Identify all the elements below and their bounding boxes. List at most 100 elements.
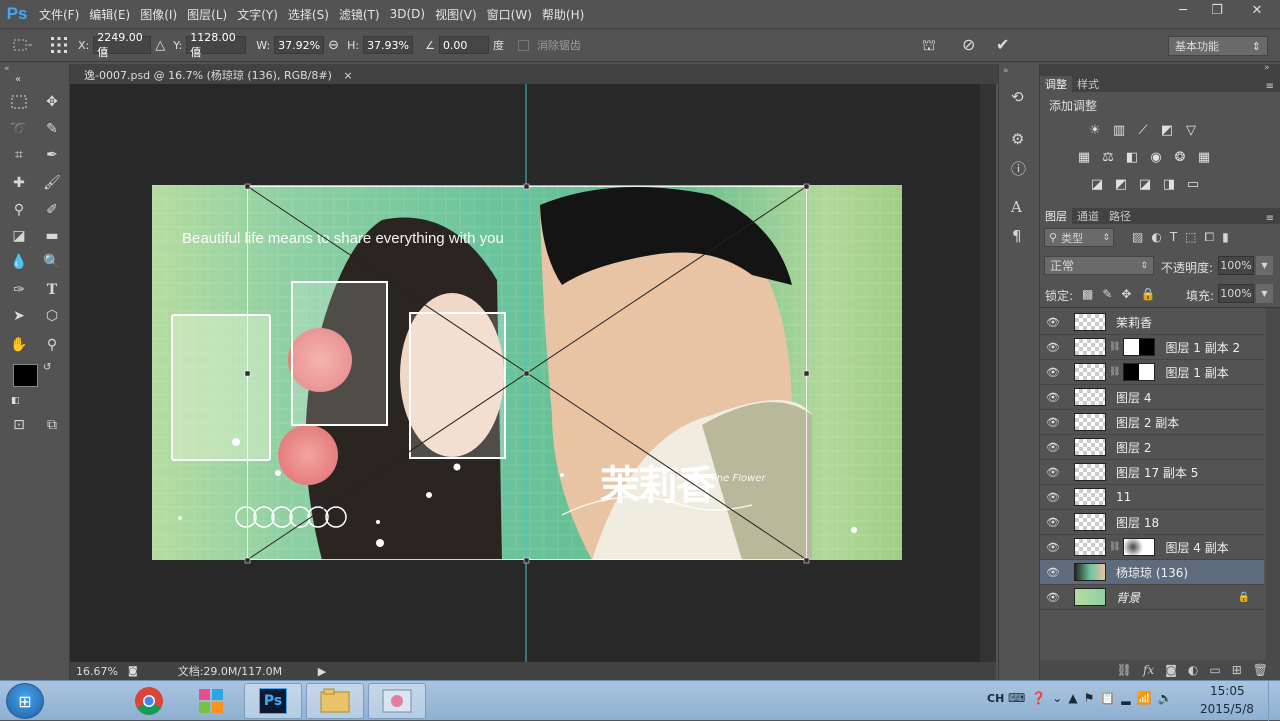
visibility-eye-icon[interactable]: 👁 bbox=[1040, 591, 1066, 604]
antialias-checkbox[interactable] bbox=[517, 39, 529, 51]
vertical-scrollbar[interactable] bbox=[980, 84, 996, 662]
visibility-eye-icon[interactable]: 👁 bbox=[1040, 566, 1066, 579]
layer-row[interactable]: 👁 ⛓ 图层 1 副本 bbox=[1040, 360, 1264, 385]
x-field[interactable]: 2249.00 僖 bbox=[93, 31, 152, 59]
visibility-eye-icon[interactable]: 👁 bbox=[1040, 516, 1066, 529]
history-brush-tool-icon[interactable]: ✐ bbox=[40, 199, 64, 221]
menu-edit[interactable]: 编辑(E) bbox=[84, 6, 135, 23]
eyedropper-tool-icon[interactable]: ✒ bbox=[40, 144, 64, 166]
visibility-eye-icon[interactable]: 👁 bbox=[1040, 541, 1066, 554]
menu-image[interactable]: 图像(I) bbox=[135, 6, 182, 23]
type-filter-icon[interactable]: T bbox=[1170, 230, 1177, 245]
path-select-tool-icon[interactable]: ➤ bbox=[7, 305, 31, 327]
document-tab[interactable]: 逸-0007.psd @ 16.7% (杨琼琼 (136), RGB/8#) × bbox=[76, 64, 361, 84]
layer-kind-filter[interactable]: ⚲ 类型 ⇕ bbox=[1044, 228, 1114, 247]
quick-mask-icon[interactable]: ⊡ bbox=[7, 414, 31, 436]
tab-layers[interactable]: 图层 bbox=[1040, 208, 1072, 224]
layers-menu-icon[interactable]: ≡ bbox=[1266, 213, 1274, 224]
layer-row[interactable]: 👁 图层 4 bbox=[1040, 385, 1264, 410]
crop-tool-icon[interactable]: ⌗ bbox=[7, 144, 31, 166]
exposure-icon[interactable]: ◩ bbox=[1158, 122, 1176, 138]
photo-filter-icon[interactable]: ◉ bbox=[1147, 149, 1165, 165]
add-mask-icon[interactable]: ◙ bbox=[1165, 663, 1177, 677]
layer-mask-thumbnail[interactable] bbox=[1123, 538, 1156, 556]
hand-tool-icon[interactable]: ✋ bbox=[7, 334, 31, 356]
metro-app-taskbar-icon[interactable] bbox=[182, 683, 240, 719]
volume-icon[interactable]: 🔊 bbox=[1157, 691, 1172, 705]
cancel-transform-icon[interactable]: ⊘ bbox=[962, 35, 975, 54]
tab-adjustments[interactable]: 调整 bbox=[1040, 76, 1072, 92]
fill-field[interactable]: 100% bbox=[1218, 284, 1254, 303]
layer-mask-thumbnail[interactable] bbox=[1123, 363, 1156, 381]
adjustments-menu-icon[interactable]: ≡ bbox=[1266, 81, 1274, 92]
filter-toggle-icon[interactable]: ▮ bbox=[1222, 230, 1229, 245]
menu-layer[interactable]: 图层(L) bbox=[182, 6, 232, 23]
marquee-tool-icon[interactable] bbox=[7, 91, 31, 113]
mask-link-icon[interactable]: ⛓ bbox=[1109, 342, 1120, 352]
gradient-tool-icon[interactable]: ▬ bbox=[40, 225, 64, 247]
layer-row[interactable]: 👁 图层 17 副本 5 bbox=[1040, 460, 1264, 485]
security-icon[interactable]: ⚑ bbox=[1084, 691, 1095, 705]
visibility-eye-icon[interactable]: 👁 bbox=[1040, 366, 1066, 379]
chrome-taskbar-icon[interactable] bbox=[120, 683, 178, 719]
tab-styles[interactable]: 样式 bbox=[1072, 76, 1104, 92]
color-lookup-icon[interactable]: ▦ bbox=[1195, 149, 1213, 165]
layer-row[interactable]: 👁 ⛓ 图层 4 副本 bbox=[1040, 535, 1264, 560]
quick-select-tool-icon[interactable]: ✎ bbox=[40, 118, 64, 140]
minimize-button[interactable]: ─ bbox=[1166, 0, 1200, 20]
history-panel-icon[interactable]: ⟲ bbox=[1011, 88, 1024, 106]
menu-select[interactable]: 选择(S) bbox=[283, 6, 334, 23]
commit-transform-icon[interactable]: ✔ bbox=[996, 35, 1009, 54]
layer-row[interactable]: 👁 ⛓ 图层 1 副本 2 bbox=[1040, 335, 1264, 360]
dock-expand-icon[interactable]: » bbox=[1003, 66, 1009, 76]
new-group-icon[interactable]: ▭ bbox=[1209, 663, 1220, 677]
close-tab-icon[interactable]: × bbox=[343, 69, 352, 82]
layer-row[interactable]: 👁 杨琼琼 (136) bbox=[1040, 560, 1264, 585]
opacity-dropdown-icon[interactable]: ▼ bbox=[1256, 256, 1273, 275]
dodge-tool-icon[interactable]: 🔍 bbox=[40, 251, 64, 273]
network-icon[interactable]: ▂ bbox=[1121, 691, 1130, 705]
delete-layer-icon[interactable]: 🗑 bbox=[1253, 663, 1268, 677]
help-icon[interactable]: ❓ bbox=[1031, 691, 1046, 705]
vibrance-icon[interactable]: ▽ bbox=[1182, 122, 1200, 138]
shape-filter-icon[interactable]: ⬚ bbox=[1185, 230, 1196, 245]
eraser-tool-icon[interactable]: ◪ bbox=[7, 225, 31, 247]
keyboard-icon[interactable]: ⌨ bbox=[1008, 691, 1025, 705]
photoshop-taskbar-icon[interactable]: Ps bbox=[244, 683, 302, 719]
shape-tool-icon[interactable]: ⬡ bbox=[40, 305, 64, 327]
lasso-tool-icon[interactable]: ➰ bbox=[7, 118, 31, 140]
menu-3d[interactable]: 3D(D) bbox=[385, 7, 430, 21]
opacity-field[interactable]: 100% bbox=[1218, 256, 1254, 275]
layer-row[interactable]: 👁 图层 2 bbox=[1040, 435, 1264, 460]
layer-row[interactable]: 👁 背景 🔒 bbox=[1040, 585, 1264, 610]
start-button-icon[interactable]: ⊞ bbox=[6, 683, 44, 719]
color-balance-icon[interactable]: ⚖ bbox=[1099, 149, 1117, 165]
menu-help[interactable]: 帮助(H) bbox=[537, 6, 589, 23]
visibility-eye-icon[interactable]: 👁 bbox=[1040, 416, 1066, 429]
stamp-tool-icon[interactable]: ⚲ bbox=[7, 199, 31, 221]
zoom-level[interactable]: 16.67% bbox=[76, 665, 124, 678]
width-field[interactable]: 37.92% bbox=[274, 36, 325, 54]
visibility-eye-icon[interactable]: 👁 bbox=[1040, 316, 1066, 329]
paragraph-panel-icon[interactable]: ¶ bbox=[1012, 227, 1022, 245]
new-layer-icon[interactable]: ⊞ bbox=[1232, 663, 1242, 677]
status-info-icon[interactable]: ◙ bbox=[128, 666, 138, 677]
visibility-eye-icon[interactable]: 👁 bbox=[1040, 341, 1066, 354]
lock-transparent-icon[interactable]: ▩ bbox=[1082, 287, 1093, 301]
threshold-icon[interactable]: ◪ bbox=[1136, 176, 1154, 192]
menu-file[interactable]: 文件(F) bbox=[34, 6, 84, 23]
tray-expand-icon[interactable]: ▲ bbox=[1068, 691, 1077, 705]
foreground-color-swatch[interactable] bbox=[13, 364, 38, 387]
adjustment-filter-icon[interactable]: ◐ bbox=[1151, 230, 1161, 245]
ime-options-icon[interactable]: ⌄ bbox=[1052, 691, 1062, 705]
invert-icon[interactable]: ◪ bbox=[1088, 176, 1106, 192]
mask-link-icon[interactable]: ⛓ bbox=[1109, 542, 1120, 552]
hue-saturation-icon[interactable]: ▦ bbox=[1075, 149, 1093, 165]
menu-view[interactable]: 视图(V) bbox=[430, 6, 482, 23]
layer-row[interactable]: 👁 图层 18 bbox=[1040, 510, 1264, 535]
mask-link-icon[interactable]: ⛓ bbox=[1109, 367, 1120, 377]
status-menu-arrow-icon[interactable]: ▶ bbox=[318, 665, 326, 678]
black-white-icon[interactable]: ◧ bbox=[1123, 149, 1141, 165]
warp-icon[interactable]: ⛫ bbox=[922, 36, 936, 56]
tab-channels[interactable]: 通道 bbox=[1072, 208, 1104, 224]
